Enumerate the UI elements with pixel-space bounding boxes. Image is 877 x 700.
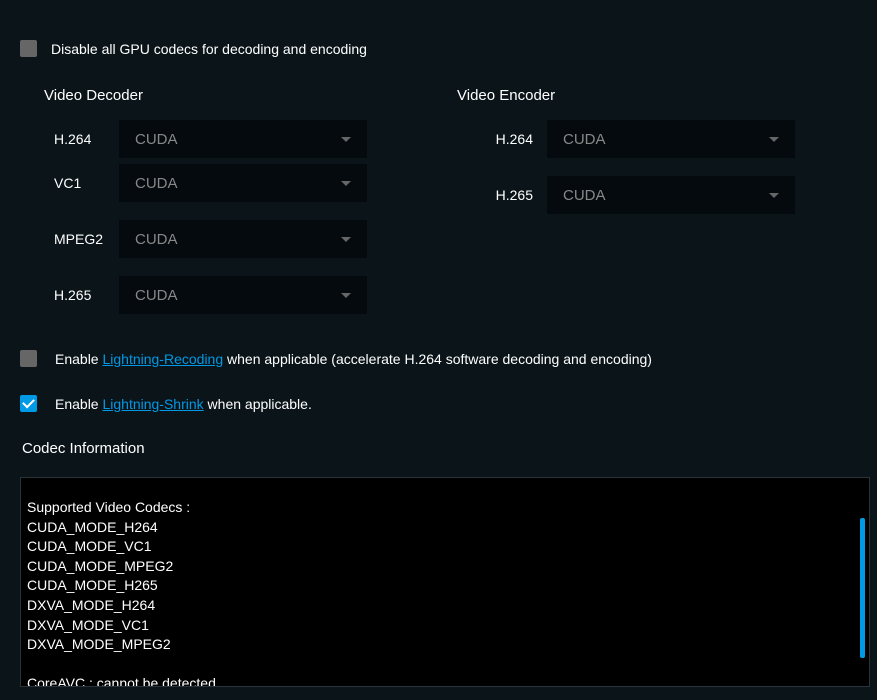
lightning-shrink-link[interactable]: Lightning-Shrink (102, 396, 203, 412)
lightning-recoding-checkbox[interactable] (20, 350, 37, 367)
lightning-recoding-label: Enable Lightning-Recoding when applicabl… (55, 351, 652, 367)
disable-gpu-codecs-label: Disable all GPU codecs for decoding and … (51, 41, 367, 57)
decoder-h264-label: H.264 (54, 131, 119, 147)
decoder-mpeg2-label: MPEG2 (54, 231, 119, 247)
encoder-h265-value: CUDA (563, 187, 606, 204)
video-encoder-column: Video Encoder H.264 CUDA H.265 CUDA (457, 87, 795, 320)
chevron-down-icon (341, 293, 351, 298)
decoder-h265-label: H.265 (54, 287, 119, 303)
encoder-h264-label: H.264 (467, 131, 547, 147)
decoder-vc1-label: VC1 (54, 175, 119, 191)
chevron-down-icon (341, 137, 351, 142)
encoder-h265-label: H.265 (467, 187, 547, 203)
chevron-down-icon (769, 137, 779, 142)
video-decoder-heading: Video Decoder (44, 87, 367, 104)
chevron-down-icon (769, 193, 779, 198)
encoder-h264-value: CUDA (563, 131, 606, 148)
video-decoder-column: Video Decoder H.264 CUDA VC1 CUDA MPEG2 (44, 87, 367, 320)
video-encoder-heading: Video Encoder (457, 87, 795, 104)
decoder-vc1-dropdown[interactable]: CUDA (119, 164, 367, 202)
disable-gpu-codecs-checkbox[interactable] (20, 40, 37, 57)
decoder-h265-value: CUDA (135, 287, 178, 304)
codec-information-text: Supported Video Codecs : CUDA_MODE_H264 … (27, 498, 863, 687)
lightning-recoding-suffix: when applicable (accelerate H.264 softwa… (223, 351, 652, 367)
lightning-recoding-link[interactable]: Lightning-Recoding (102, 351, 223, 367)
chevron-down-icon (341, 181, 351, 186)
codec-information-heading: Codec Information (20, 440, 857, 457)
lightning-shrink-checkbox[interactable] (20, 395, 37, 412)
lightning-shrink-suffix: when applicable. (204, 396, 312, 412)
decoder-vc1-value: CUDA (135, 175, 178, 192)
scrollbar-thumb[interactable] (860, 518, 865, 658)
lightning-shrink-prefix: Enable (55, 396, 102, 412)
decoder-h264-dropdown[interactable]: CUDA (119, 120, 367, 158)
decoder-mpeg2-value: CUDA (135, 231, 178, 248)
encoder-h265-dropdown[interactable]: CUDA (547, 176, 795, 214)
decoder-h264-value: CUDA (135, 131, 178, 148)
codec-information-box: Supported Video Codecs : CUDA_MODE_H264 … (20, 477, 870, 687)
lightning-shrink-label: Enable Lightning-Shrink when applicable. (55, 396, 312, 412)
encoder-h264-dropdown[interactable]: CUDA (547, 120, 795, 158)
decoder-h265-dropdown[interactable]: CUDA (119, 276, 367, 314)
lightning-recoding-prefix: Enable (55, 351, 102, 367)
decoder-mpeg2-dropdown[interactable]: CUDA (119, 220, 367, 258)
chevron-down-icon (341, 237, 351, 242)
